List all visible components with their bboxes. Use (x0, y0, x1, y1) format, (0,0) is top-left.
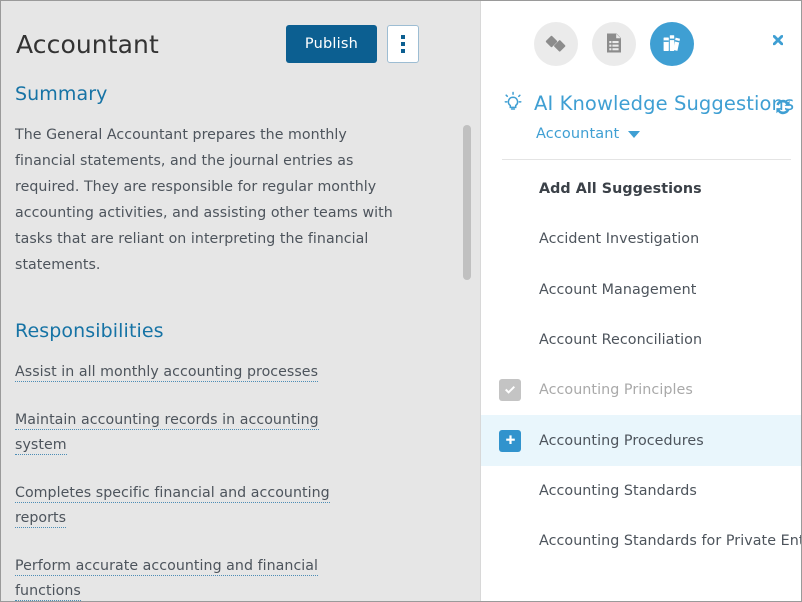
summary-text: The General Accountant prepares the mont… (15, 127, 393, 273)
lightbulb-icon (502, 91, 524, 115)
suggestions-header: AI Knowledge Suggestions Accountant (481, 91, 801, 160)
checkbox-checked-icon (499, 379, 521, 402)
responsibility-text[interactable]: Assist in all monthly accounting process… (15, 364, 319, 382)
suggestions-title: AI Knowledge Suggestions (534, 91, 795, 115)
add-suggestion-button[interactable] (499, 429, 521, 452)
chevron-down-icon (628, 130, 641, 138)
responsibility-text[interactable]: Perform accurate accounting and financia… (15, 558, 319, 601)
ai-suggestions-panel: AI Knowledge Suggestions Accountant Add … (480, 1, 801, 601)
scrollbar-thumb[interactable] (463, 125, 471, 280)
job-description-panel: Accountant Publish Summary The General A… (1, 1, 480, 601)
shapes-diamond-icon (544, 31, 568, 58)
responsibilities-list: Assist in all monthly accounting process… (15, 360, 449, 601)
close-icon (769, 32, 787, 53)
summary-heading: Summary (15, 83, 108, 105)
suggestion-label: Account Reconciliation (539, 332, 703, 349)
suggestion-label: Add All Suggestions (539, 181, 702, 198)
suggestion-label: Account Management (539, 281, 697, 298)
suggestion-row[interactable]: Accounting Standards for Private Enterpr… (481, 516, 801, 566)
suggestion-row[interactable]: Accounting Standards (481, 466, 801, 516)
responsibility-item[interactable]: Completes specific financial and account… (15, 481, 345, 531)
suggestion-row[interactable]: Account Reconciliation (481, 315, 801, 365)
publish-button[interactable]: Publish (285, 25, 377, 63)
suggestion-label: Accident Investigation (539, 231, 700, 248)
responsibility-text[interactable]: Completes specific financial and account… (15, 485, 330, 528)
vertical-dots-icon (401, 49, 405, 53)
page-title: Accountant (16, 30, 159, 59)
mode-button-document[interactable] (592, 22, 636, 66)
responsibility-text[interactable]: Maintain accounting records in accountin… (15, 412, 319, 455)
suggestions-list: Add All Suggestions Accident Investigatio… (481, 164, 801, 566)
responsibilities-heading: Responsibilities (15, 320, 164, 342)
document-header: Accountant Publish (15, 1, 449, 71)
application-window: Accountant Publish Summary The General A… (0, 0, 802, 602)
role-selector-label: Accountant (536, 126, 620, 142)
suggestion-label: Accounting Standards for Private Enterpr… (539, 533, 801, 550)
books-library-icon (660, 31, 684, 58)
header-actions: Publish (285, 25, 449, 63)
responsibility-item[interactable]: Perform accurate accounting and financia… (15, 554, 345, 601)
suggestion-label: Accounting Standards (539, 482, 697, 499)
close-panel-button[interactable] (767, 31, 789, 53)
suggestion-row[interactable]: Accident Investigation (481, 214, 801, 264)
suggestion-row[interactable]: Accounting Procedures (481, 415, 801, 466)
add-all-suggestions-row[interactable]: Add All Suggestions (481, 164, 801, 214)
refresh-sync-icon (773, 97, 793, 120)
more-options-button[interactable] (387, 25, 419, 63)
mode-toolbar (481, 1, 801, 91)
header-divider (502, 159, 791, 160)
mode-button-shapes[interactable] (534, 22, 578, 66)
responsibility-item[interactable]: Maintain accounting records in accountin… (15, 408, 345, 458)
responsibility-item[interactable]: Assist in all monthly accounting process… (15, 360, 345, 385)
document-list-icon (602, 31, 626, 58)
vertical-dots-icon (401, 35, 405, 39)
role-selector-dropdown[interactable]: Accountant (536, 126, 641, 142)
suggestion-label: Accounting Principles (539, 382, 693, 399)
scrollbar-track[interactable] (463, 1, 471, 601)
refresh-suggestions-button[interactable] (773, 97, 793, 120)
mode-button-knowledge[interactable] (650, 22, 694, 66)
suggestion-label: Accounting Procedures (539, 432, 704, 449)
vertical-dots-icon (401, 42, 405, 46)
suggestion-row[interactable]: Account Management (481, 265, 801, 315)
suggestion-row[interactable]: Accounting Principles (481, 365, 801, 415)
